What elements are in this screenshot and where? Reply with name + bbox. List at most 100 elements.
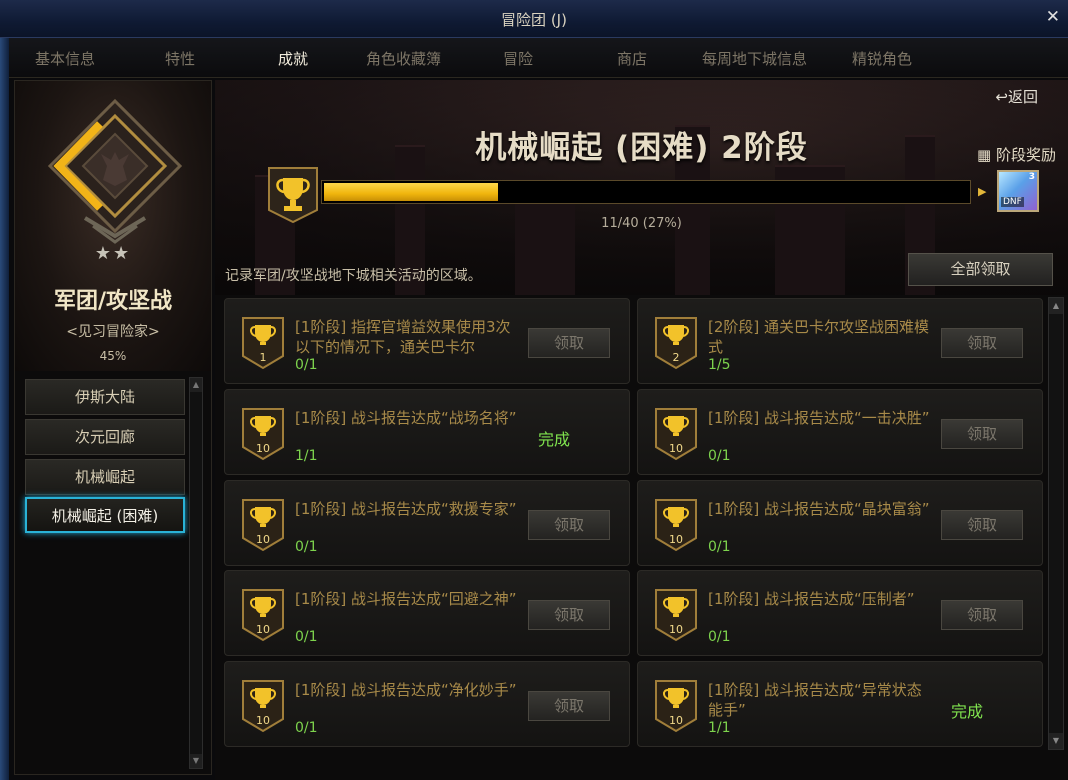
claim-button[interactable]: 领取: [528, 510, 610, 540]
achievement-progress: 0/1: [708, 448, 731, 464]
trophy-icon: 10: [655, 680, 697, 733]
achievement-progress: 0/1: [708, 539, 731, 555]
stage-progress-fill: [324, 183, 498, 201]
achievement-name: [1阶段] 战斗报告达成“压制者”: [708, 590, 915, 608]
claim-button[interactable]: 领取: [528, 328, 610, 358]
tab-adventure[interactable]: 冒险: [503, 48, 533, 69]
trophy-icon: 10: [655, 589, 697, 642]
achievement-name: [2阶段] 通关巴卡尔攻坚战困难模式: [708, 318, 930, 356]
return-button[interactable]: ↩返回: [995, 86, 1038, 107]
tab-achievements[interactable]: 成就: [278, 48, 308, 69]
rank-stars: ★★: [94, 243, 132, 264]
achievement-progress: 1/1: [708, 720, 731, 736]
tab-basic-info[interactable]: 基本信息: [35, 48, 95, 69]
trophy-icon: 10: [655, 499, 697, 552]
return-label: 返回: [1007, 88, 1038, 106]
tab-shop[interactable]: 商店: [617, 48, 647, 69]
trophy-icon: 1: [242, 317, 284, 370]
claim-button[interactable]: 领取: [528, 691, 610, 721]
achievement-badge-number: 2: [673, 351, 680, 364]
claim-all-button[interactable]: 全部领取: [908, 253, 1053, 286]
claim-button[interactable]: 领取: [941, 328, 1023, 358]
stage-reward-label: 阶段奖励: [995, 146, 1056, 164]
achievement-name: [1阶段] 战斗报告达成“战场名将”: [295, 409, 517, 427]
tab-character-collection[interactable]: 角色收藏簿: [366, 48, 441, 69]
scroll-down-icon[interactable]: ▼: [190, 754, 202, 768]
stage-banner: ↩返回 机械崛起 (困难) 2阶段 ▦ 阶段奖励 ▶ 3 DNF 11/40 (…: [215, 80, 1068, 295]
achievement-badge-number: 10: [256, 442, 270, 455]
claim-button[interactable]: 领取: [941, 510, 1023, 540]
achievement-card: 10 [1阶段] 战斗报告达成“救援专家” 0/1 领取: [224, 480, 630, 566]
rank-percent: 45%: [99, 349, 127, 363]
achievement-progress: 0/1: [295, 629, 318, 645]
achievement-card: 10 [1阶段] 战斗报告达成“压制者” 0/1 领取: [637, 570, 1043, 656]
trophy-icon: 10: [655, 408, 697, 461]
achievement-progress: 1/5: [708, 357, 731, 373]
achievement-badge-number: 10: [256, 533, 270, 546]
window-title: 冒险团 (J): [501, 11, 567, 29]
claim-button[interactable]: 领取: [941, 600, 1023, 630]
achievement-badge-number: 10: [256, 623, 270, 636]
achievement-card: 1 [1阶段] 指挥官增益效果使用3次以下的情况下，通关巴卡尔 0/1 领取: [224, 298, 630, 384]
achievement-badge-number: 10: [256, 714, 270, 727]
achievement-badge-number: 1: [260, 351, 267, 364]
achievement-card: 10 [1阶段] 战斗报告达成“一击决胜” 0/1 领取: [637, 389, 1043, 475]
dungeon-item-mechanical-rise[interactable]: 机械崛起: [25, 459, 185, 495]
achievement-progress: 0/1: [295, 539, 318, 555]
tab-bar: 基本信息 特性 成就 角色收藏簿 冒险 商店 每周地下城信息 精锐角色: [9, 38, 1068, 78]
scroll-up-icon[interactable]: ▲: [1049, 298, 1063, 314]
rank-title: <见习冒险家>: [66, 324, 160, 340]
tab-elite-characters[interactable]: 精锐角色: [852, 48, 912, 69]
scroll-down-icon[interactable]: ▼: [1049, 733, 1063, 749]
achievement-card: 10 [1阶段] 战斗报告达成“晶块富翁” 0/1 领取: [637, 480, 1043, 566]
rank-emblem-area: ★★ 军团/攻坚战 <见习冒险家> 45%: [15, 81, 211, 371]
trophy-icon: 2: [655, 317, 697, 370]
achievement-progress: 0/1: [295, 357, 318, 373]
stage-progress-bar: [321, 180, 971, 204]
trophy-icon: 10: [242, 680, 284, 733]
dungeon-item-isi-continent[interactable]: 伊斯大陆: [25, 379, 185, 415]
window-left-edge: [0, 38, 9, 780]
achievement-card: 2 [2阶段] 通关巴卡尔攻坚战困难模式 1/5 领取: [637, 298, 1043, 384]
tab-traits[interactable]: 特性: [165, 48, 195, 69]
tab-weekly-dungeon-info[interactable]: 每周地下城信息: [702, 48, 807, 69]
achievement-badge-number: 10: [669, 442, 683, 455]
trophy-icon: 10: [242, 589, 284, 642]
dungeon-item-mechanical-rise-hard[interactable]: 机械崛起 (困难): [25, 497, 185, 533]
dungeon-list: 伊斯大陆 次元回廊 机械崛起 机械崛起 (困难) ▲ ▼: [15, 373, 211, 773]
achievement-progress: 1/1: [295, 448, 318, 464]
achievement-badge-number: 10: [669, 714, 683, 727]
stage-reward-label-area: ▦ 阶段奖励: [977, 144, 1056, 165]
achievement-progress: 0/1: [708, 629, 731, 645]
achievement-complete-label: 完成: [538, 430, 571, 449]
achievement-name: [1阶段] 战斗报告达成“救援专家”: [295, 500, 517, 518]
stage-reward-item[interactable]: 3 DNF: [997, 170, 1039, 212]
achievement-scrollbar[interactable]: ▲ ▼: [1048, 297, 1064, 750]
rank-emblem-icon: [47, 98, 183, 244]
achievement-card: 10 [1阶段] 战斗报告达成“战场名将” 1/1 完成: [224, 389, 630, 475]
arrow-right-icon: ▶: [978, 185, 987, 198]
achievement-name: [1阶段] 指挥官增益效果使用3次以下的情况下，通关巴卡尔: [295, 318, 511, 356]
achievement-name: [1阶段] 战斗报告达成“晶块富翁”: [708, 500, 930, 518]
rank-name: 军团/攻坚战: [53, 289, 173, 314]
trophy-icon: 10: [242, 499, 284, 552]
return-icon: ↩: [995, 88, 1008, 106]
title-bar: 冒险团 (J) ✕: [0, 0, 1068, 38]
achievement-complete-label: 完成: [951, 702, 984, 721]
dungeon-list-scrollbar[interactable]: ▲ ▼: [189, 377, 203, 769]
claim-button[interactable]: 领取: [528, 600, 610, 630]
achievement-name: [1阶段] 战斗报告达成“一击决胜”: [708, 409, 930, 427]
stage-title: 机械崛起 (困难) 2阶段: [475, 130, 808, 166]
stage-reward-item-label: DNF: [1001, 197, 1024, 207]
achievement-card: 10 [1阶段] 战斗报告达成“净化妙手” 0/1 领取: [224, 661, 630, 747]
claim-button[interactable]: 领取: [941, 419, 1023, 449]
close-icon[interactable]: ✕: [1046, 7, 1060, 27]
gift-icon: ▦: [977, 146, 992, 164]
achievement-name: [1阶段] 战斗报告达成“净化妙手”: [295, 681, 517, 699]
dungeon-item-dimension-corridor[interactable]: 次元回廊: [25, 419, 185, 455]
achievement-badge-number: 10: [669, 623, 683, 636]
achievement-name: [1阶段] 战斗报告达成“异常状态能手”: [708, 681, 922, 719]
achievement-card: 10 [1阶段] 战斗报告达成“回避之神” 0/1 领取: [224, 570, 630, 656]
achievement-progress: 0/1: [295, 720, 318, 736]
scroll-up-icon[interactable]: ▲: [190, 378, 202, 392]
